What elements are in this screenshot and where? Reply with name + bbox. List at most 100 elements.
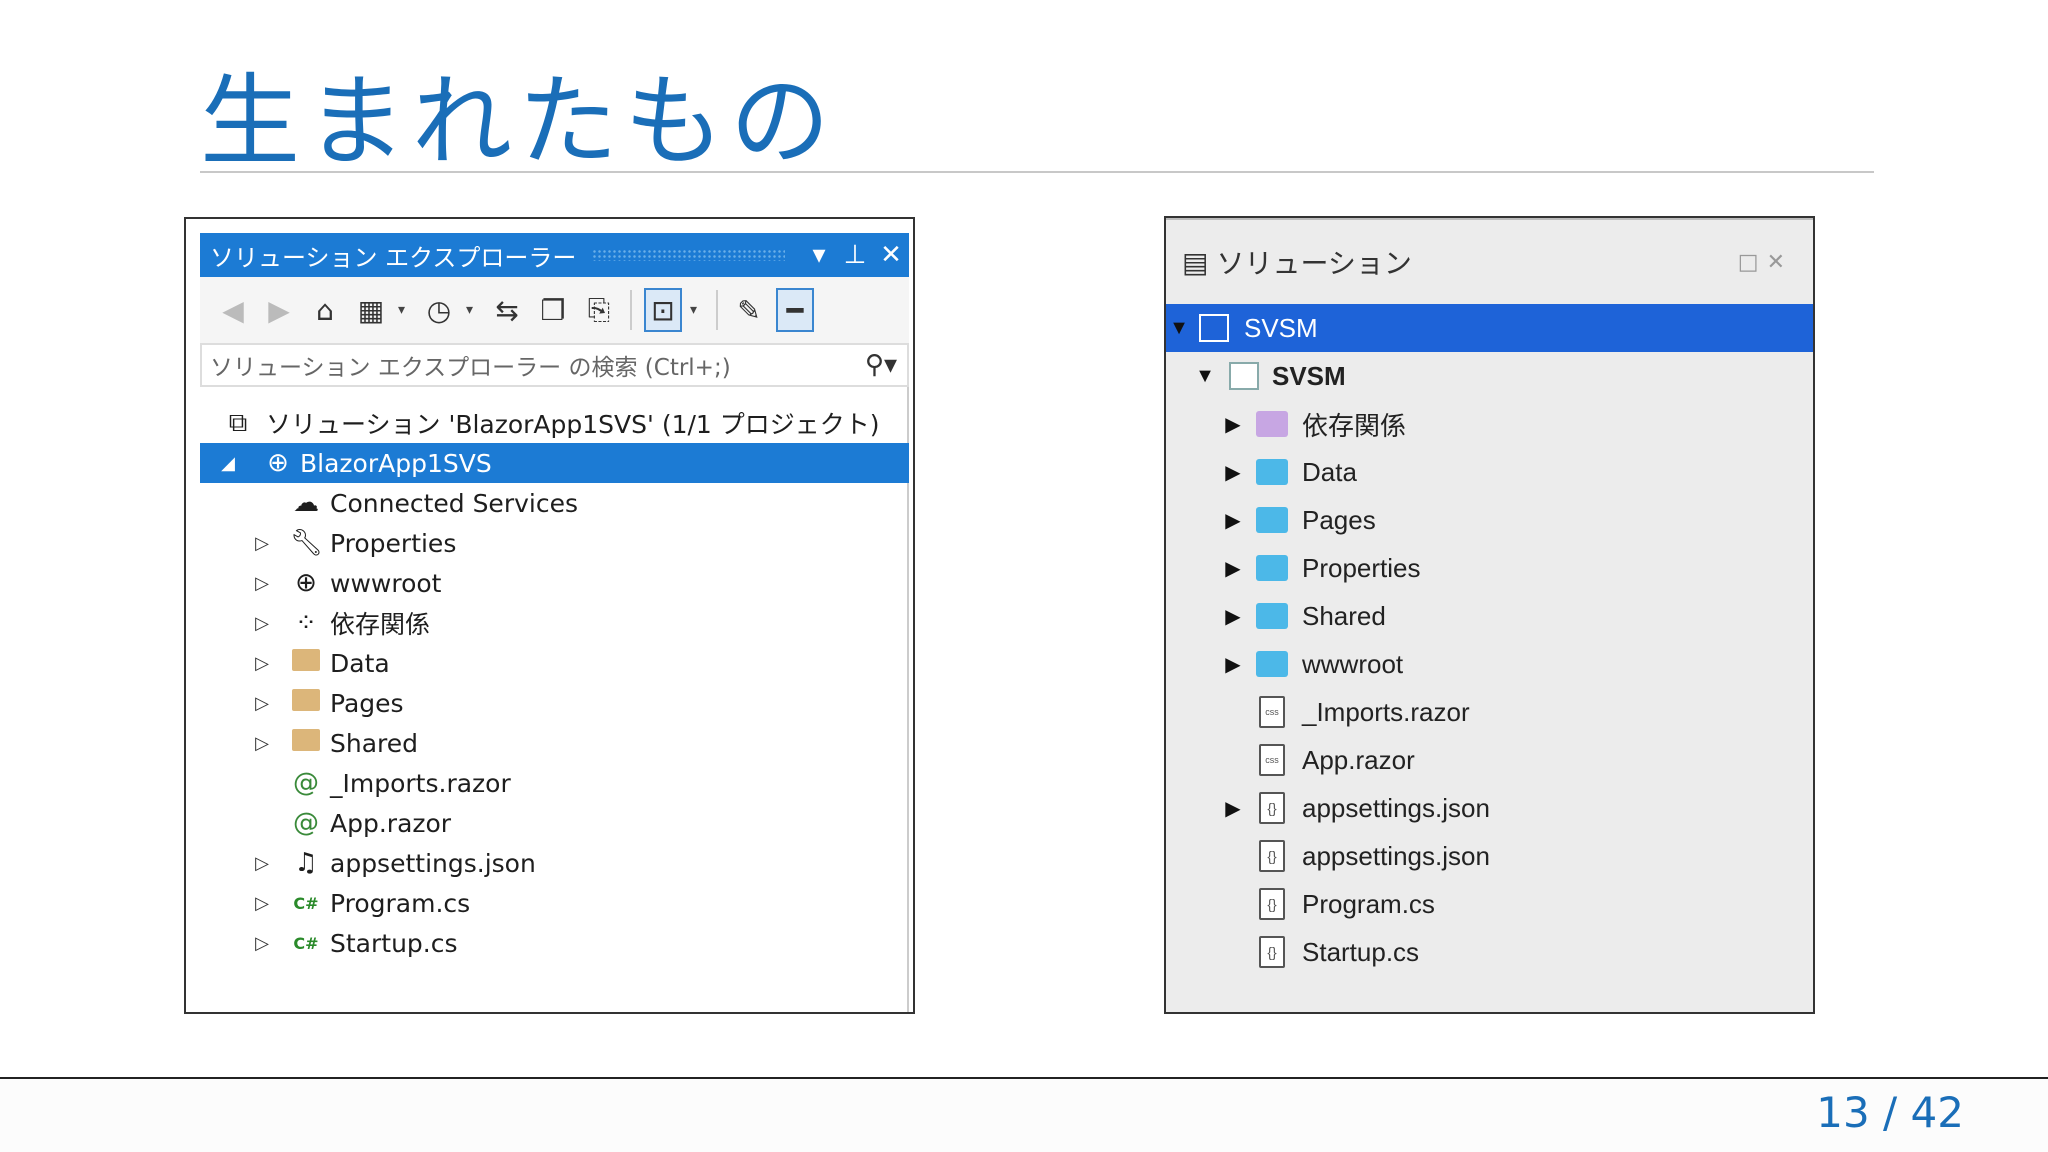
mac-tree-item[interactable]: css App.razor bbox=[1166, 736, 1813, 784]
slide: 生まれたもの ソリューション エクスプローラー ▾ ⊥ ✕ ◀ ▶ ⌂ ▦ ▾ … bbox=[0, 0, 2048, 1152]
vs-tree-item[interactable]: ▷ Shared bbox=[200, 723, 909, 763]
vs-tree-item[interactable]: ▷ Pages bbox=[200, 683, 909, 723]
home-icon[interactable]: ⌂ bbox=[306, 288, 344, 332]
vs-tree-item[interactable]: ▷ 🔧︎ Properties bbox=[200, 523, 909, 563]
vs-item-label: appsettings.json bbox=[330, 848, 536, 878]
close-icon[interactable]: ✕ bbox=[1767, 250, 1793, 275]
mac-item-label: Startup.cs bbox=[1302, 936, 1420, 967]
mac-item-label: appsettings.json bbox=[1302, 792, 1490, 823]
json-file-icon: {} bbox=[1256, 888, 1288, 920]
collapsed-arrow-icon[interactable]: ▶ bbox=[1222, 604, 1244, 629]
vs-tree-item[interactable]: ▷ ⁘ 依存関係 bbox=[200, 603, 909, 643]
close-icon[interactable]: ✕ bbox=[873, 240, 909, 270]
collapsed-arrow-icon[interactable]: ▶ bbox=[1222, 556, 1244, 581]
vs-tree-item[interactable]: ▷ ♫ appsettings.json bbox=[200, 843, 909, 883]
pad-controls: □✕ bbox=[1738, 250, 1793, 275]
properties-wrench-icon[interactable]: ✎ bbox=[730, 288, 768, 332]
collapsed-arrow-icon[interactable]: ▶ bbox=[1222, 796, 1244, 821]
collapsed-arrow-icon[interactable]: ▶ bbox=[1222, 412, 1244, 437]
vs-solution-label: ソリューション 'BlazorApp1SVS' (1/1 プロジェクト) bbox=[266, 410, 880, 439]
mac-item-label: Shared bbox=[1302, 600, 1386, 631]
vs-item-label: wwwroot bbox=[330, 568, 442, 598]
collapsed-arrow-icon[interactable]: ▷ bbox=[252, 733, 272, 754]
collapsed-arrow-icon[interactable]: ▷ bbox=[252, 573, 272, 594]
collapsed-arrow-icon[interactable]: ▷ bbox=[252, 533, 272, 554]
expanded-arrow-icon[interactable]: ◢ bbox=[218, 453, 238, 474]
vs-tree-item[interactable]: ▷ C# Startup.cs bbox=[200, 923, 909, 963]
pin-icon[interactable]: ⊥ bbox=[837, 240, 873, 270]
mac-tree-item[interactable]: ▶ 依存関係 bbox=[1166, 400, 1813, 448]
collapsed-arrow-icon[interactable]: ▷ bbox=[252, 853, 272, 874]
switch-views-icon[interactable]: ▦ bbox=[352, 288, 390, 332]
razor-file-icon: @ bbox=[293, 808, 319, 838]
vs-tree-project[interactable]: ◢ ⊕ BlazorApp1SVS bbox=[200, 443, 909, 483]
vs-titlebar-grip[interactable] bbox=[592, 249, 785, 261]
slide-title: 生まれたもの bbox=[200, 63, 836, 180]
vs-tree-item[interactable]: ▷ ⊕ wwwroot bbox=[200, 563, 909, 603]
mac-tree-item[interactable]: ▶ Pages bbox=[1166, 496, 1813, 544]
collapsed-arrow-icon[interactable]: ▶ bbox=[1222, 652, 1244, 677]
mac-tree-item[interactable]: {} Startup.cs bbox=[1166, 928, 1813, 976]
mac-item-label: Properties bbox=[1302, 552, 1421, 583]
vs-item-label: Startup.cs bbox=[330, 928, 458, 958]
mac-tree-item[interactable]: {} Program.cs bbox=[1166, 880, 1813, 928]
expanded-arrow-icon[interactable]: ▼ bbox=[1194, 365, 1216, 388]
vs-tree-solution[interactable]: ⧉ ソリューション 'BlazorApp1SVS' (1/1 プロジェクト) bbox=[200, 403, 909, 443]
vs-item-label: Program.cs bbox=[330, 888, 471, 918]
css-file-icon: css bbox=[1256, 744, 1288, 776]
collapsed-arrow-icon[interactable]: ▶ bbox=[1222, 508, 1244, 533]
vs-tree-item[interactable]: @ App.razor bbox=[200, 803, 909, 843]
preview-selected-icon[interactable]: ⊡ bbox=[644, 288, 682, 332]
mac-tree-item[interactable]: ▶ wwwroot bbox=[1166, 640, 1813, 688]
collapsed-arrow-icon[interactable]: ▶ bbox=[1222, 460, 1244, 485]
mac-tree-item[interactable]: css _Imports.razor bbox=[1166, 688, 1813, 736]
collapsed-arrow-icon[interactable]: ▷ bbox=[252, 893, 272, 914]
forward-icon[interactable]: ▶ bbox=[260, 288, 298, 332]
vs-search-placeholder: ソリューション エクスプローラー の検索 (Ctrl+;) bbox=[210, 355, 731, 381]
minus-icon[interactable]: ━ bbox=[776, 288, 814, 332]
csharp-file-icon: C# bbox=[293, 893, 319, 913]
sync-icon[interactable]: ⇆ bbox=[488, 288, 526, 332]
vs-tree-item[interactable]: ▷ C# Program.cs bbox=[200, 883, 909, 923]
mac-tree-item[interactable]: {} appsettings.json bbox=[1166, 832, 1813, 880]
back-icon[interactable]: ◀ bbox=[214, 288, 252, 332]
json-file-icon: {} bbox=[1256, 840, 1288, 872]
mac-tree-item[interactable]: ▶ Data bbox=[1166, 448, 1813, 496]
mac-tree-item[interactable]: ▶ {} appsettings.json bbox=[1166, 784, 1813, 832]
vs-tree-item[interactable]: ▷ Data bbox=[200, 643, 909, 683]
expanded-arrow-icon[interactable]: ▼ bbox=[1168, 317, 1190, 340]
collapsed-arrow-icon[interactable]: ▷ bbox=[252, 693, 272, 714]
vs-tree-item[interactable]: @ _Imports.razor bbox=[200, 763, 909, 803]
mac-item-label: Pages bbox=[1302, 504, 1376, 535]
vs-tree: ⧉ ソリューション 'BlazorApp1SVS' (1/1 プロジェクト) ◢… bbox=[200, 403, 909, 963]
dropdown-icon[interactable]: ▾ bbox=[801, 240, 837, 270]
collapsed-arrow-icon[interactable]: ▷ bbox=[252, 933, 272, 954]
search-icon[interactable]: ⚲▾ bbox=[865, 350, 897, 380]
mac-item-label: Program.cs bbox=[1302, 888, 1435, 919]
vs-tree-item[interactable]: ☁ Connected Services bbox=[200, 483, 909, 523]
mac-tree-item[interactable]: ▶ Shared bbox=[1166, 592, 1813, 640]
json-file-icon: {} bbox=[1256, 936, 1288, 968]
collapse-all-icon[interactable]: ❐ bbox=[534, 288, 572, 332]
mac-item-label: wwwroot bbox=[1302, 648, 1404, 679]
collapsed-arrow-icon[interactable]: ▷ bbox=[252, 653, 272, 674]
show-all-files-icon[interactable]: ⎘ bbox=[580, 288, 618, 332]
mac-tree-project[interactable]: ▼ SVSM bbox=[1166, 352, 1813, 400]
globe-icon: ⊕ bbox=[295, 568, 317, 598]
folder-icon bbox=[290, 688, 322, 718]
vs-solution-explorer: ソリューション エクスプローラー ▾ ⊥ ✕ ◀ ▶ ⌂ ▦ ▾ ◷ ▾ ⇆ ❐… bbox=[200, 233, 909, 1012]
mac-tree-item[interactable]: ▶ Properties bbox=[1166, 544, 1813, 592]
dependencies-icon: ⁘ bbox=[295, 608, 317, 638]
chevron-down-icon[interactable]: ▾ bbox=[690, 302, 704, 318]
chevron-down-icon[interactable]: ▾ bbox=[466, 302, 480, 318]
mac-tree-solution[interactable]: ▼ SVSM bbox=[1166, 304, 1813, 352]
mac-project-label: SVSM bbox=[1272, 360, 1346, 391]
maximize-icon[interactable]: □ bbox=[1738, 250, 1767, 275]
mac-item-label: appsettings.json bbox=[1302, 840, 1490, 871]
vs-item-label: Connected Services bbox=[330, 488, 578, 518]
collapsed-arrow-icon[interactable]: ▷ bbox=[252, 613, 272, 634]
folder-icon bbox=[290, 728, 322, 758]
vs-search-input[interactable]: ソリューション エクスプローラー の検索 (Ctrl+;) ⚲▾ bbox=[200, 343, 909, 387]
pending-changes-icon[interactable]: ◷ bbox=[420, 288, 458, 332]
chevron-down-icon[interactable]: ▾ bbox=[398, 302, 412, 318]
